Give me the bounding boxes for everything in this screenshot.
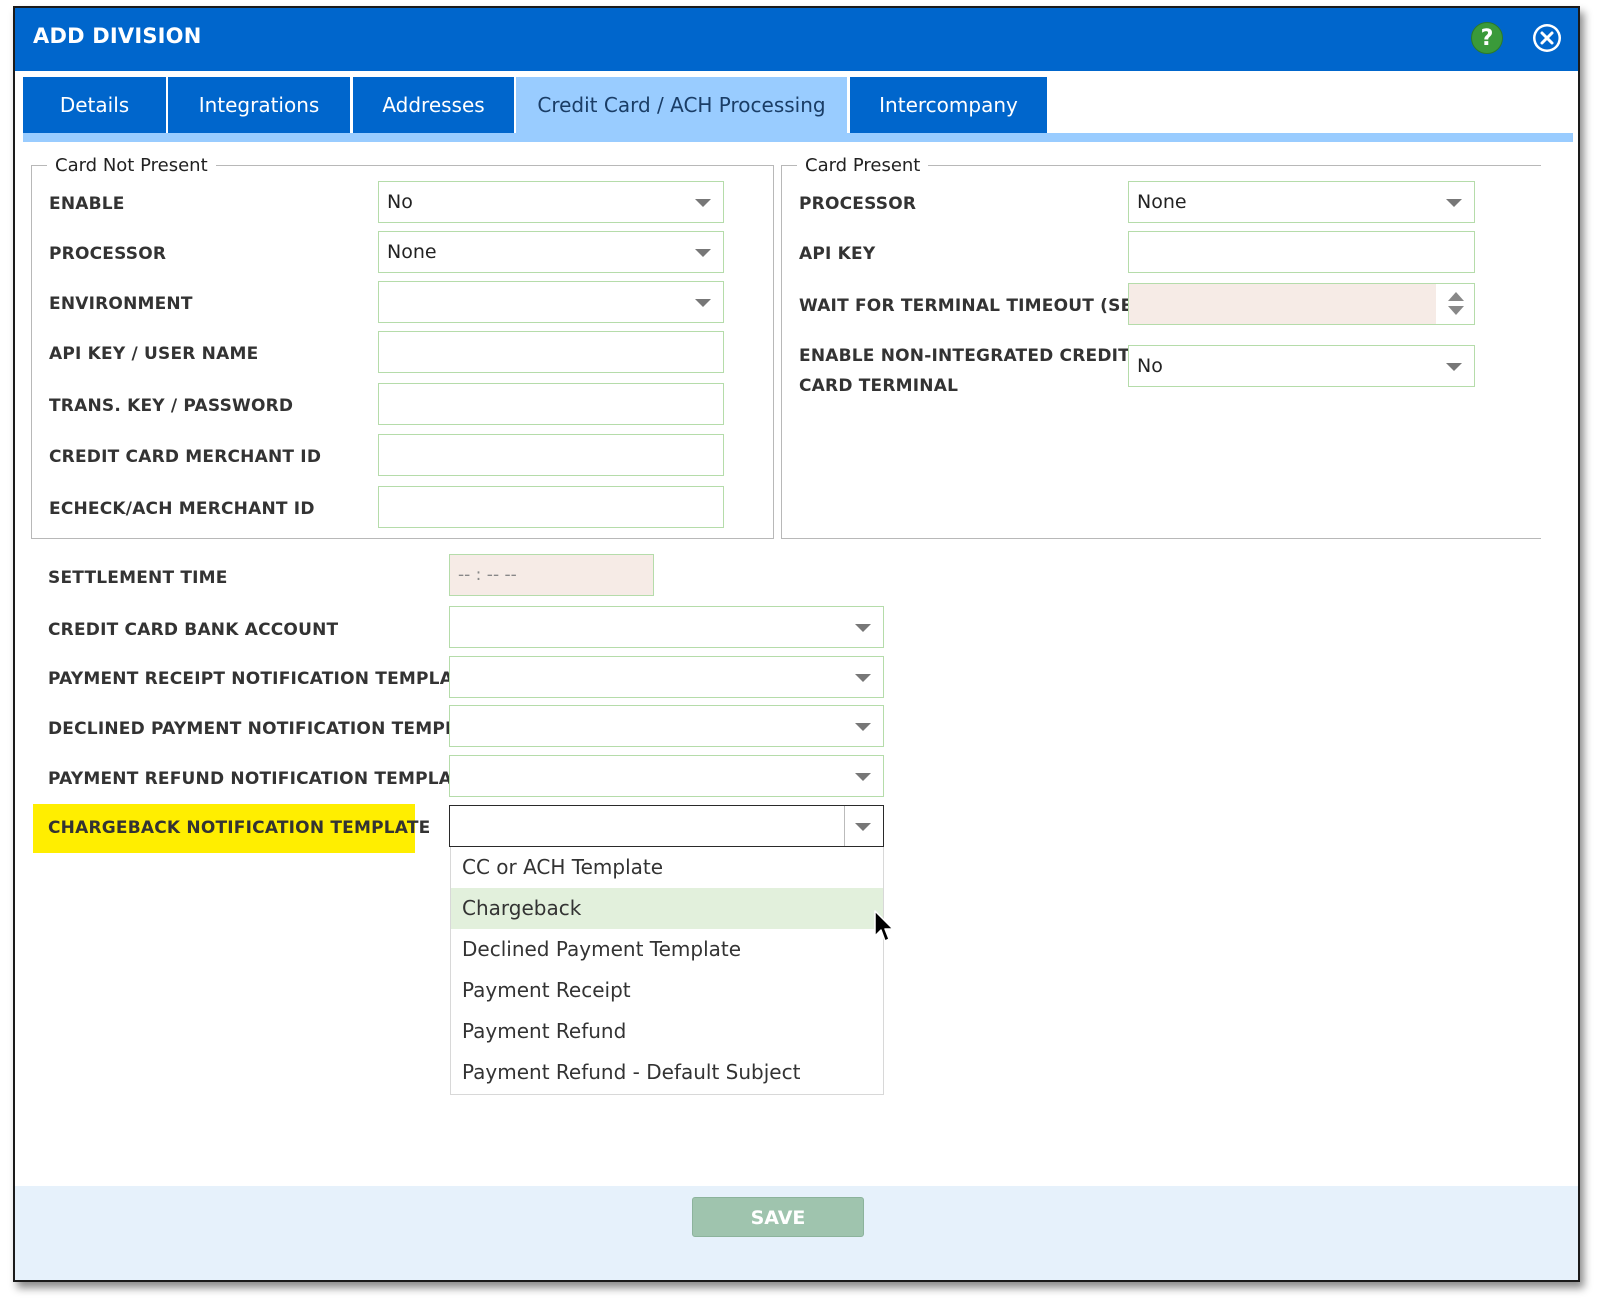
dropdown-option[interactable]: Payment Refund - Default Subject <box>451 1052 883 1093</box>
dialog-titlebar: ADD DIVISION ? <box>15 8 1578 71</box>
cp-processor-label: PROCESSOR <box>799 194 917 214</box>
declined-template-label: DECLINED PAYMENT NOTIFICATION TEMPLATE <box>48 719 492 739</box>
cp-processor-value: None <box>1137 191 1187 213</box>
bank-account-select[interactable] <box>449 606 884 648</box>
trans-key-label: TRANS. KEY / PASSWORD <box>49 396 294 416</box>
processor-label: PROCESSOR <box>49 244 167 264</box>
non-integrated-select[interactable]: No <box>1128 345 1475 387</box>
refund-template-label: PAYMENT REFUND NOTIFICATION TEMPLATE <box>48 769 475 789</box>
chevron-down-icon <box>1446 363 1462 371</box>
help-icon[interactable]: ? <box>1471 22 1503 54</box>
tab-intercompany[interactable]: Intercompany <box>850 77 1047 133</box>
settlement-time-input[interactable]: -- : -- -- <box>449 554 654 596</box>
spin-up-icon[interactable] <box>1448 292 1464 301</box>
dropdown-option[interactable]: Payment Receipt <box>451 970 883 1011</box>
chevron-down-icon <box>695 299 711 307</box>
chevron-down-icon <box>695 249 711 257</box>
spin-down-icon[interactable] <box>1448 306 1464 315</box>
add-division-dialog: ADD DIVISION ? Details Integrations Addr… <box>13 6 1580 1282</box>
chargeback-template-label: CHARGEBACK NOTIFICATION TEMPLATE <box>48 818 431 838</box>
dialog-title: ADD DIVISION <box>33 24 202 48</box>
tab-addresses[interactable]: Addresses <box>353 77 514 133</box>
dialog-footer: SAVE <box>15 1186 1578 1280</box>
chargeback-template-select[interactable] <box>449 805 884 847</box>
chevron-down-icon <box>1446 199 1462 207</box>
card-not-present-legend: Card Not Present <box>47 155 216 176</box>
terminal-timeout-label: WAIT FOR TERMINAL TIMEOUT (SEC) <box>799 296 1154 316</box>
chevron-down-icon <box>695 199 711 207</box>
select-divider <box>844 806 845 846</box>
chevron-down-icon <box>855 823 871 831</box>
cp-processor-select[interactable]: None <box>1128 181 1475 223</box>
environment-label: ENVIRONMENT <box>49 294 193 314</box>
environment-select[interactable] <box>378 281 724 323</box>
chevron-down-icon <box>855 674 871 682</box>
tab-bar: Details Integrations Addresses Credit Ca… <box>23 71 1573 146</box>
echeck-merchant-id-input[interactable] <box>378 486 724 528</box>
chevron-down-icon <box>855 723 871 731</box>
trans-key-input[interactable] <box>378 383 724 425</box>
cc-merchant-id-input[interactable] <box>378 434 724 476</box>
enable-label: ENABLE <box>49 194 125 214</box>
refund-template-select[interactable] <box>449 755 884 797</box>
dropdown-option[interactable]: Payment Refund <box>451 1011 883 1052</box>
receipt-template-select[interactable] <box>449 656 884 698</box>
non-integrated-value: No <box>1137 355 1163 377</box>
dropdown-option[interactable]: CC or ACH Template <box>451 847 883 888</box>
api-key-user-input[interactable] <box>378 331 724 373</box>
cp-api-key-input[interactable] <box>1128 231 1475 273</box>
dropdown-option-hovered[interactable]: Chargeback <box>451 888 883 929</box>
chevron-down-icon <box>855 624 871 632</box>
card-present-legend: Card Present <box>797 155 929 176</box>
non-integrated-label-line1: ENABLE NON-INTEGRATED CREDIT <box>799 346 1130 366</box>
mouse-pointer-icon <box>874 910 894 942</box>
tab-credit-card-ach-processing[interactable]: Credit Card / ACH Processing <box>516 77 847 133</box>
cp-api-key-label: API KEY <box>799 244 876 264</box>
echeck-merchant-id-label: ECHECK/ACH MERCHANT ID <box>49 499 315 519</box>
receipt-template-label: PAYMENT RECEIPT NOTIFICATION TEMPLATE <box>48 669 476 689</box>
non-integrated-label-line2: CARD TERMINAL <box>799 376 959 396</box>
enable-select[interactable]: No <box>378 181 724 223</box>
processor-select[interactable]: None <box>378 231 724 273</box>
cc-merchant-id-label: CREDIT CARD MERCHANT ID <box>49 447 322 467</box>
tab-integrations[interactable]: Integrations <box>168 77 350 133</box>
save-button[interactable]: SAVE <box>692 1197 864 1237</box>
close-icon[interactable] <box>1531 22 1563 54</box>
declined-template-select[interactable] <box>449 705 884 747</box>
terminal-timeout-input[interactable] <box>1128 283 1475 325</box>
chargeback-dropdown-list: CC or ACH Template Chargeback Declined P… <box>450 847 884 1095</box>
bank-account-label: CREDIT CARD BANK ACCOUNT <box>48 620 339 640</box>
tab-underline <box>23 133 1573 142</box>
settlement-time-label: SETTLEMENT TIME <box>48 568 228 588</box>
api-key-user-label: API KEY / USER NAME <box>49 344 259 364</box>
dropdown-option[interactable]: Declined Payment Template <box>451 929 883 970</box>
tab-details[interactable]: Details <box>23 77 166 133</box>
chevron-down-icon <box>855 773 871 781</box>
processor-value: None <box>387 241 437 263</box>
number-spinner[interactable] <box>1436 284 1474 324</box>
enable-value: No <box>387 191 413 213</box>
